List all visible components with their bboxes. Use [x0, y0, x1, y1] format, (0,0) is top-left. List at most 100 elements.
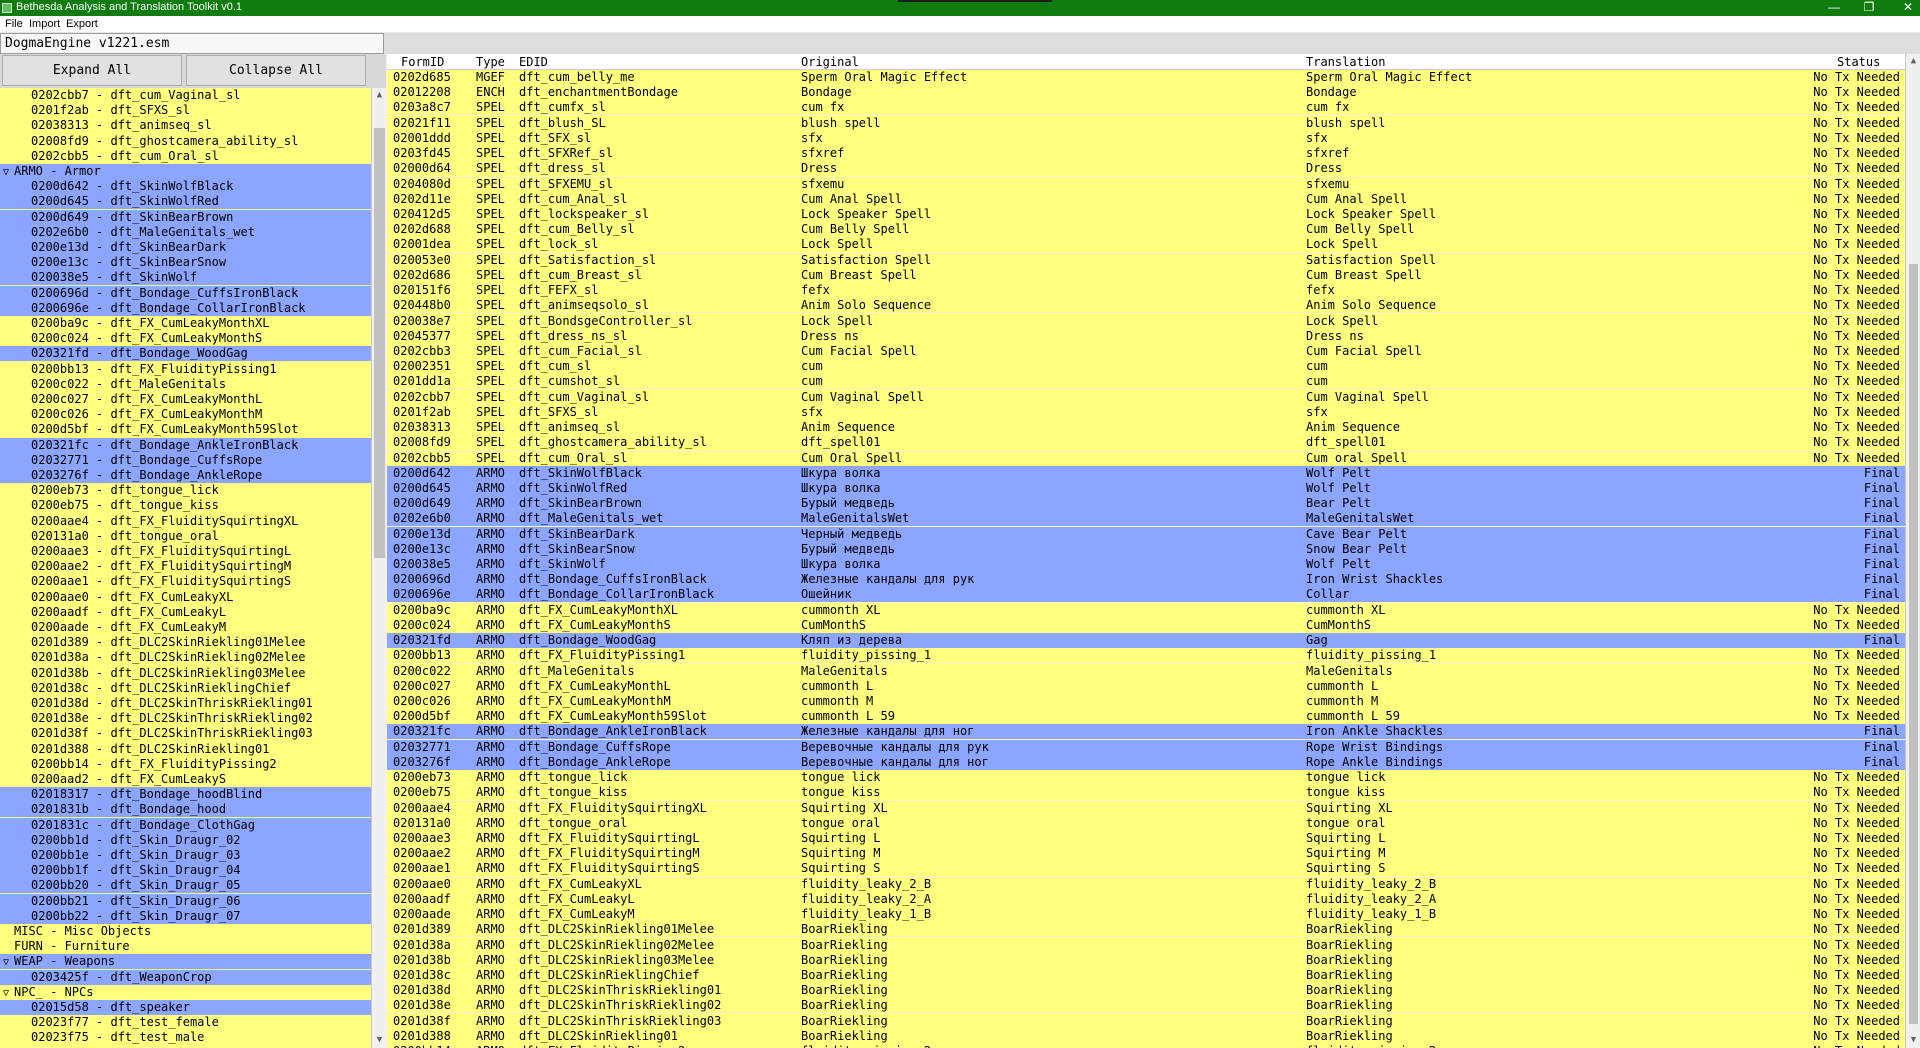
table-row[interactable]: 020053e0 SPEL dft_Satisfaction_sl Satisfact… — [387, 252, 1905, 268]
table-row[interactable]: 02012208 ENCH dft_enchantmentBondage Bondag… — [387, 85, 1905, 101]
scroll-thumb[interactable] — [1909, 264, 1918, 1024]
table-row[interactable]: 0201d38e ARMO dft_DLC2SkinThriskRiekling02… — [387, 998, 1905, 1014]
translation-cell[interactable]: Bondage — [1306, 85, 1786, 100]
table-row[interactable]: 020448b0 SPEL dft_animseqsolo_sl Anim Solo … — [387, 298, 1905, 314]
translation-cell[interactable]: MaleGenitalsWet — [1306, 511, 1786, 526]
translation-cell[interactable]: sfxemu — [1306, 177, 1786, 192]
table-row[interactable]: 0200d649 ARMO dft_SkinBearBrown Бурый медве… — [387, 496, 1905, 512]
translation-cell[interactable]: Anim Sequence — [1306, 420, 1786, 435]
table-row[interactable]: 0200aade ARMO dft_FX_CumLeakyM fluidity_lea… — [387, 907, 1905, 923]
table-row[interactable]: 0200d5bf ARMO dft_FX_CumLeakyMonth59Slot cu… — [387, 709, 1905, 725]
translation-cell[interactable]: Cum Vaginal Spell — [1306, 390, 1786, 405]
scroll-up-icon[interactable]: ▲ — [1906, 54, 1920, 69]
translation-cell[interactable]: Cum Anal Spell — [1306, 192, 1786, 207]
tree-group[interactable]: ▽ NPC_ - NPCs — [0, 984, 371, 1000]
table-row[interactable]: 0200aae3 ARMO dft_FX_FluiditySquirtingL Squ… — [387, 831, 1905, 846]
translation-cell[interactable]: Dress ns — [1306, 329, 1786, 344]
translation-cell[interactable]: sfxref — [1306, 146, 1786, 161]
table-row[interactable]: 0202cbb3 SPEL dft_cum_Facial_sl Cum Facial … — [387, 343, 1905, 359]
table-row[interactable]: 0200eb75 ARMO dft_tongue_kiss tongue kiss to… — [387, 785, 1905, 801]
translation-cell[interactable]: Dress — [1306, 161, 1786, 176]
translation-cell[interactable]: Squirting XL — [1306, 801, 1786, 816]
tree-item[interactable]: 0200eb73 - dft_tongue_lick — [0, 483, 371, 499]
tree-item[interactable]: 0201d389 - dft_DLC2SkinRiekling01Melee — [0, 635, 371, 651]
table-row[interactable]: 0201d38c ARMO dft_DLC2SkinRieklingChief Boa… — [387, 967, 1905, 983]
translation-cell[interactable]: BoarRiekling — [1306, 1029, 1786, 1044]
table-row[interactable]: 0202cbb5 SPEL dft_cum_Oral_sl Cum Oral Spel… — [387, 450, 1905, 466]
tree-item[interactable]: 0200aadf - dft_FX_CumLeakyL — [0, 604, 371, 620]
table-row[interactable]: 0201f2ab SPEL dft_SFXS_sl sfx sfx No Tx Neede… — [387, 404, 1905, 420]
translation-cell[interactable]: cum — [1306, 374, 1786, 389]
table-row[interactable]: 0202d685 MGEF dft_cum_belly_me Sperm Oral M… — [387, 70, 1905, 85]
table-row[interactable]: 0201d388 ARMO dft_DLC2SkinRiekling01 BoarRi… — [387, 1028, 1905, 1044]
tree-item[interactable]: 0200c026 - dft_FX_CumLeakyMonthM — [0, 407, 371, 423]
tree-item[interactable]: 0201d38a - dft_DLC2SkinRiekling02Melee — [0, 650, 371, 666]
tree-item[interactable]: 0200bb20 - dft_Skin_Draugr_05 — [0, 878, 371, 894]
translation-cell[interactable]: sfx — [1306, 131, 1786, 146]
tree-group[interactable]: ▽ WEAP - Weapons — [0, 954, 371, 970]
table-row[interactable]: 0204080d SPEL dft_SFXEMU_sl sfxemu sfxemu No … — [387, 176, 1905, 192]
translation-cell[interactable]: fefx — [1306, 283, 1786, 298]
tree-item[interactable]: 0202e6b0 - dft_MaleGenitals_wet — [0, 224, 371, 240]
tree-item[interactable]: 0200696d - dft_Bondage_CuffsIronBlack — [0, 285, 371, 301]
translation-cell[interactable]: cummonth L — [1306, 679, 1786, 694]
table-row[interactable]: 0200696d ARMO dft_Bondage_CuffsIronBlack Же… — [387, 572, 1905, 588]
header-edid[interactable]: EDID — [519, 55, 548, 69]
tree-item[interactable]: 0200e13d - dft_SkinBearDark — [0, 240, 371, 255]
close-icon[interactable]: ✕ — [1885, 0, 1920, 16]
translation-cell[interactable]: CumMonthS — [1306, 618, 1786, 633]
translation-cell[interactable]: Rope Ankle Bindings — [1306, 755, 1786, 770]
tree-scrollbar[interactable]: ▲ ▼ — [371, 88, 386, 1048]
table-row[interactable]: 0201d38a ARMO dft_DLC2SkinRiekling02Melee B… — [387, 937, 1905, 953]
table-row[interactable]: 0201d389 ARMO dft_DLC2SkinRiekling01Melee B… — [387, 922, 1905, 938]
translation-cell[interactable]: Squirting M — [1306, 846, 1786, 861]
tree-item[interactable]: 0203276f - dft_Bondage_AnkleRope — [0, 468, 371, 483]
tree-item[interactable]: 0200aae3 - dft_FX_FluiditySquirtingL — [0, 544, 371, 559]
tree-item[interactable]: 0201831c - dft_Bondage_ClothGag — [0, 817, 371, 833]
tree-item[interactable]: 0201d38e - dft_DLC2SkinThriskRiekling02 — [0, 711, 371, 727]
tree-item[interactable]: 02018317 - dft_Bondage_hoodBlind — [0, 787, 371, 803]
table-row[interactable]: 0203fd45 SPEL dft_SFXRef_sl sfxref sfxref No … — [387, 146, 1905, 162]
table-row[interactable]: 0200d642 ARMO dft_SkinWolfBlack Шкура волка… — [387, 465, 1905, 481]
translation-cell[interactable]: blush spell — [1306, 116, 1786, 131]
table-row[interactable]: 0201d38b ARMO dft_DLC2SkinRiekling03Melee B… — [387, 952, 1905, 968]
tree-item[interactable]: 02023f75 - dft_test_male — [0, 1030, 371, 1046]
menu-import[interactable]: Import — [29, 18, 60, 30]
translation-cell[interactable]: MaleGenitals — [1306, 664, 1786, 679]
scroll-down-icon[interactable]: ▼ — [372, 1033, 387, 1048]
table-row[interactable]: 0200e13d ARMO dft_SkinBearDark Черный медве… — [387, 526, 1905, 542]
translation-cell[interactable]: BoarRiekling — [1306, 968, 1786, 983]
translation-cell[interactable]: tongue lick — [1306, 770, 1786, 785]
expand-all-button[interactable]: Expand All — [2, 55, 182, 86]
translation-cell[interactable]: Iron Wrist Shackles — [1306, 572, 1786, 587]
collapse-all-button[interactable]: Collapse All — [186, 55, 366, 86]
tree-item[interactable]: 0200c022 - dft_MaleGenitals — [0, 376, 371, 392]
translation-cell[interactable]: Wolf Pelt — [1306, 481, 1786, 496]
tree-group[interactable]: ▽ ARMO - Armor — [0, 164, 371, 179]
translation-cell[interactable]: Bear Pelt — [1306, 496, 1786, 511]
table-row[interactable]: 0200bb14ARMOdft_FX_FluidityPissing2fluid… — [387, 1044, 1905, 1048]
translation-cell[interactable]: cummonth L 59 — [1306, 709, 1786, 724]
table-row[interactable]: 020321fc ARMO dft_Bondage_AnkleIronBlack Же… — [387, 724, 1905, 740]
table-row[interactable]: 0203a8c7 SPEL dft_cumfx_sl cum fx cum fx No T… — [387, 100, 1905, 116]
tree-item[interactable]: 0200aae2 - dft_FX_FluiditySquirtingM — [0, 559, 371, 575]
tree-item[interactable]: 0202cbb7 - dft_cum_Vaginal_sl — [0, 88, 371, 103]
table-row[interactable]: 0202e6b0 ARMO dft_MaleGenitals_wet MaleGeni… — [387, 511, 1905, 527]
translation-cell[interactable]: fluidity_leaky_2_B — [1306, 877, 1786, 892]
table-row[interactable]: 0202d11e SPEL dft_cum_Anal_sl Cum Anal Spel… — [387, 191, 1905, 207]
translation-cell[interactable]: BoarRiekling — [1306, 1014, 1786, 1029]
table-row[interactable]: 02001dea SPEL dft_lock_sl Lock Spell Lock Sp… — [387, 237, 1905, 253]
translation-cell[interactable]: Anim Solo Sequence — [1306, 298, 1786, 313]
translation-cell[interactable]: cum — [1306, 359, 1786, 374]
grid-scrollbar[interactable]: ▲ ▼ — [1905, 54, 1920, 1048]
translation-cell[interactable]: fluidity_pissing_2 — [1306, 1044, 1786, 1048]
translation-cell[interactable]: Rope Wrist Bindings — [1306, 740, 1786, 755]
translation-cell[interactable]: tongue oral — [1306, 816, 1786, 831]
header-translation[interactable]: Translation — [1306, 55, 1385, 69]
tree-item[interactable]: 0200c024 - dft_FX_CumLeakyMonthS — [0, 331, 371, 347]
translation-cell[interactable]: sfx — [1306, 405, 1786, 420]
tree-item[interactable]: 0201831b - dft_Bondage_hood — [0, 802, 371, 818]
table-row[interactable]: 02032771 ARMO dft_Bondage_CuffsRope Веревоч… — [387, 739, 1905, 755]
scroll-thumb[interactable] — [374, 128, 385, 558]
tree-item[interactable]: 02008fd9 - dft_ghostcamera_ability_sl — [0, 133, 371, 149]
